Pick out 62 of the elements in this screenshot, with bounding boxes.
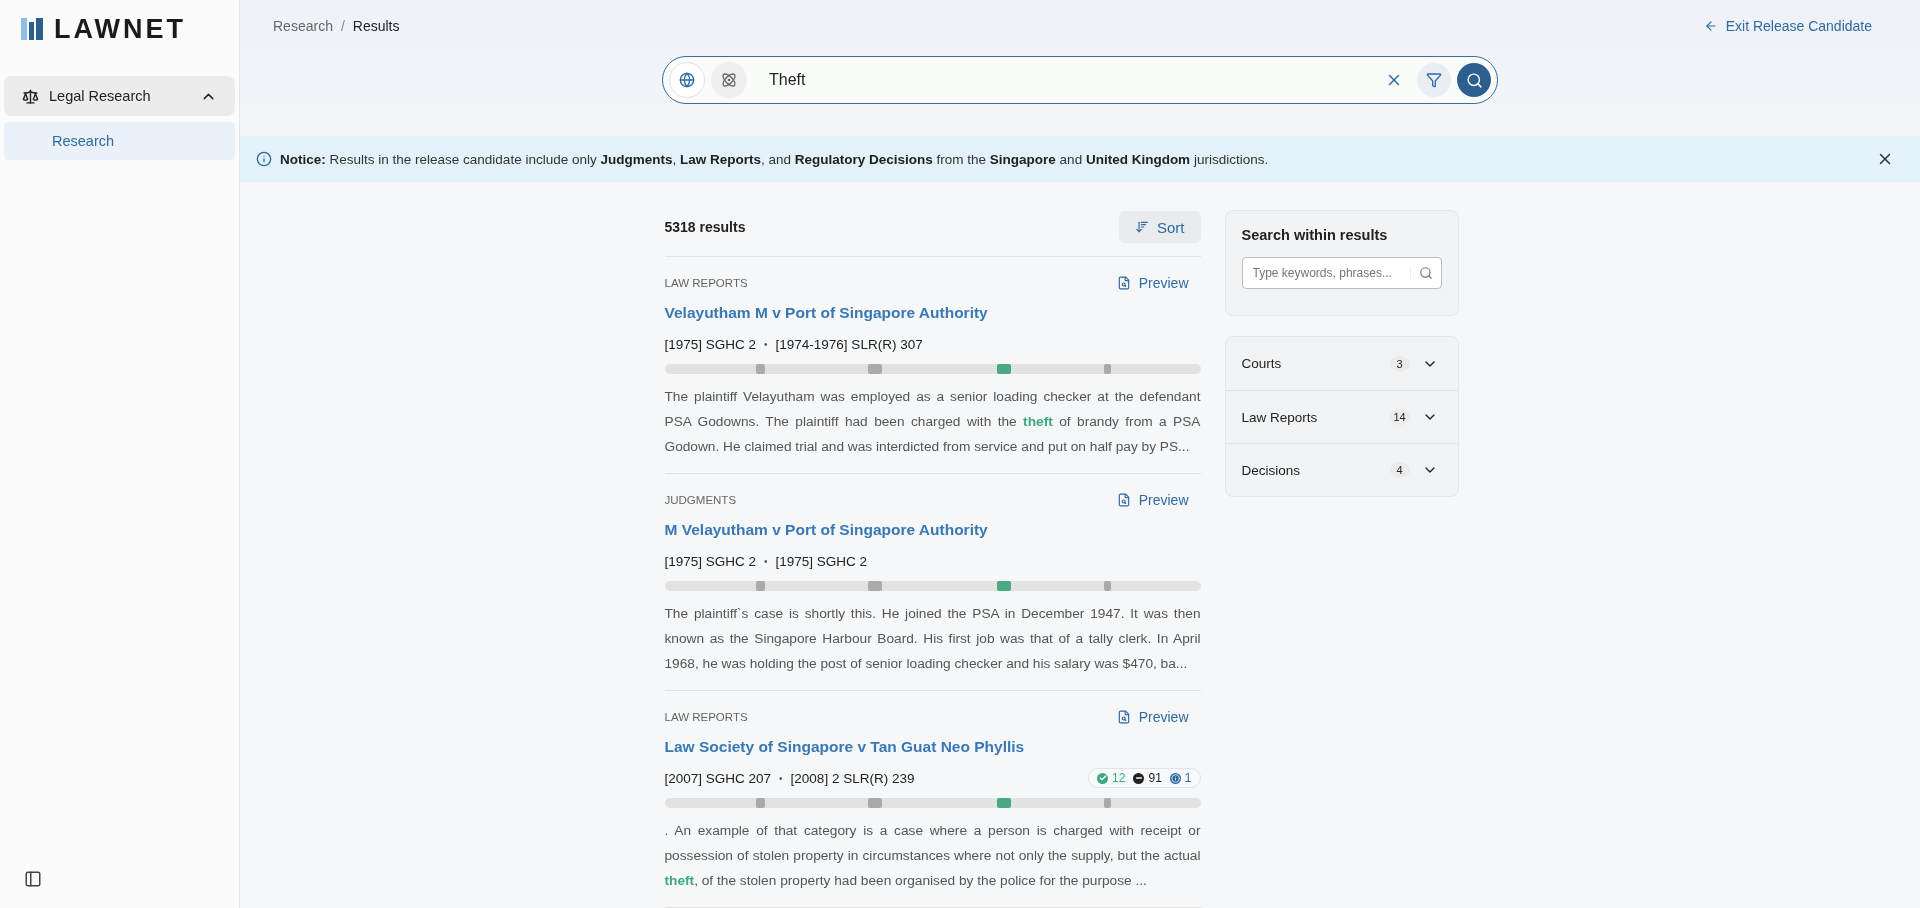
result-title-link[interactable]: M Velayutham v Port of Singapore Authority	[664, 521, 988, 539]
logo: LAWNET	[54, 13, 186, 45]
atom-icon	[721, 72, 737, 89]
citation: [2008] 2 SLR(R) 239	[790, 770, 915, 786]
result-category: JUDGMENTS	[664, 494, 737, 506]
treatment-count: 91	[1148, 771, 1162, 785]
result-snippet: . An example of that category is a case where a person is charged with receipt or possession of stolen property in circumstances where not only the supply, but the actual theft, of the stolen property had been organised by the police for the purpose ...	[664, 822, 1201, 890]
facet-row[interactable]: Law Reports 14	[1225, 390, 1458, 443]
facet-row[interactable]: Decisions 4	[1225, 443, 1458, 496]
result-snippet: The plaintiff`s case is shortly this. He joined the PSA in December 1947. It was then known as the Singapore Harbour Board. His first job was that of a tally clerk. In April 1968, he was holding the post of senior loading checker and his salary was $470, ba...	[664, 605, 1201, 673]
search-button[interactable]	[1457, 63, 1491, 98]
filter-icon	[1426, 72, 1442, 89]
citation: [1975] SGHC 2	[664, 553, 757, 569]
document-search-icon	[1116, 276, 1131, 290]
citation: [1975] SGHC 2	[664, 336, 757, 352]
search-icon	[1418, 266, 1433, 280]
logo-icon	[20, 16, 44, 42]
search-icon	[1465, 71, 1483, 89]
result-category: LAW REPORTS	[664, 711, 748, 723]
facet-count: 14	[1389, 409, 1410, 425]
result-snippet: The plaintiff Velayutham was employed as a senior loading checker at the defendant PSA Godowns. The plaintiff had been charged with the theft of brandy from a PSA Godown. He claimed trial and was interdicted from service and put on half pay by PS...	[664, 388, 1201, 456]
citation: [1975] SGHC 2	[775, 553, 868, 569]
preview-link[interactable]: Preview	[1116, 275, 1201, 291]
bullet-separator: •	[764, 555, 768, 567]
search-within-input[interactable]: Type keywords, phrases...	[1242, 266, 1410, 280]
breadcrumb-separator: /	[340, 18, 345, 35]
filter-button[interactable]	[1417, 63, 1451, 98]
document-search-icon	[1116, 493, 1131, 507]
facet-count: 3	[1389, 355, 1410, 372]
nav-group[interactable]: Legal Research	[4, 76, 235, 116]
globe-icon	[679, 72, 695, 89]
preview-link[interactable]: Preview	[1116, 709, 1201, 725]
search-input[interactable]: Theft	[767, 70, 1371, 91]
result-title-link[interactable]: Velayutham M v Port of Singapore Authority	[664, 304, 988, 322]
citation: [1974-1976] SLR(R) 307	[775, 336, 923, 352]
sort-icon	[1135, 220, 1149, 234]
card-title: Search within results	[1241, 227, 1389, 243]
treatment-count: 12	[1112, 771, 1126, 785]
info-icon	[256, 151, 272, 168]
sidebar-toggle-icon[interactable]	[24, 870, 42, 888]
result-title-link[interactable]: Law Society of Singapore v Tan Guat Neo Phyllis	[664, 738, 1025, 756]
treatment-count: 1	[1184, 771, 1192, 785]
breadcrumb-link[interactable]: Results	[352, 18, 400, 35]
citation: [2007] SGHC 207	[664, 770, 772, 786]
facet-row[interactable]: Courts 3	[1225, 337, 1458, 390]
document-search-icon	[1116, 710, 1131, 724]
bullet-separator: •	[764, 338, 768, 350]
sort-button[interactable]: Sort	[1119, 211, 1201, 243]
facet-count: 4	[1389, 462, 1410, 478]
search-mode-button[interactable]	[669, 62, 705, 99]
notice-text: Notice: Results in the release candidate include only Judgments, Law Reports, and Regulatory Decisions from the Singapore and United Kingdom jurisdictions.	[280, 151, 1270, 167]
exit-link[interactable]: Exit Release Candidate	[1703, 18, 1872, 35]
result-category: LAW REPORTS	[664, 277, 748, 289]
bullet-separator: •	[779, 772, 783, 784]
scale-icon	[22, 87, 39, 105]
preview-link[interactable]: Preview	[1116, 492, 1201, 508]
results-count: 5318 results	[664, 219, 746, 235]
search-within-field[interactable]: Type keywords, phrases...	[1241, 257, 1442, 289]
search-mode-button[interactable]	[711, 62, 747, 99]
nav-item[interactable]: Research	[4, 122, 235, 160]
search-field[interactable]: Theft	[662, 56, 1498, 105]
breadcrumb-link[interactable]: Research	[273, 18, 333, 35]
